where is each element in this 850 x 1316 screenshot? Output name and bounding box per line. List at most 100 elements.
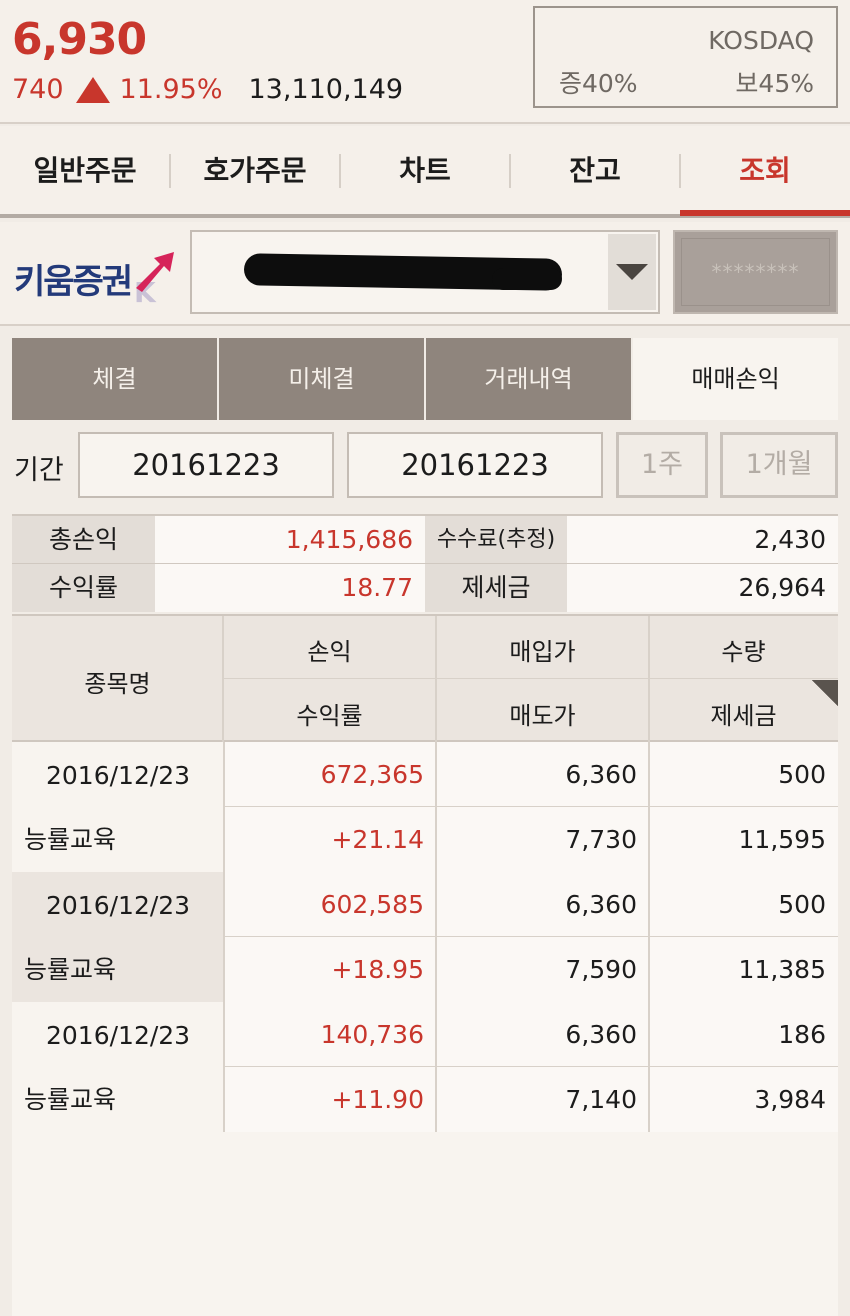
total-pnl-value: 1,415,686 bbox=[155, 516, 425, 564]
header-pnl: 손익 bbox=[307, 638, 352, 666]
fee-value: 2,430 bbox=[567, 516, 838, 564]
row-values: 672,365 +21.14 6,360 7,730 500 11,595 bbox=[223, 742, 838, 872]
total-pnl-label: 총손익 bbox=[12, 516, 155, 564]
tax-label: 제세금 bbox=[425, 564, 567, 612]
fee-label: 수수료(추정) bbox=[425, 516, 567, 564]
up-arrow-icon bbox=[75, 76, 110, 103]
sort-corner-icon[interactable] bbox=[812, 680, 838, 706]
pnl-value: 140,736 bbox=[320, 1020, 424, 1049]
pnl-value: 602,585 bbox=[320, 890, 424, 919]
quantity-value: 500 bbox=[778, 760, 826, 789]
inquiry-subtabs: 체결 미체결 거래내역 매매손익 bbox=[12, 338, 838, 420]
divider bbox=[223, 872, 225, 1002]
account-dropdown-button[interactable] bbox=[608, 234, 656, 310]
table-header: 종목명 손익 수익률 매입가 매도가 수량 제세금 bbox=[12, 614, 838, 742]
divider bbox=[223, 678, 838, 679]
return-value: +18.95 bbox=[331, 955, 424, 984]
tax-value: 11,385 bbox=[738, 955, 826, 984]
table-row[interactable]: 2016/12/23 능률교육 140,736 +11.90 6,360 7,1… bbox=[12, 1002, 838, 1132]
row-values: 140,736 +11.90 6,360 7,140 186 3,984 bbox=[223, 1002, 838, 1132]
divider bbox=[648, 1002, 650, 1132]
buy-price-value: 6,360 bbox=[565, 890, 637, 919]
pnl-value: 672,365 bbox=[320, 760, 424, 789]
divider bbox=[435, 872, 437, 1002]
redacted-account-number bbox=[492, 268, 562, 290]
header-sell-price: 매도가 bbox=[509, 702, 576, 730]
header-quantity: 수량 bbox=[721, 638, 766, 666]
quantity-value: 186 bbox=[778, 1020, 826, 1049]
account-select[interactable] bbox=[190, 230, 660, 314]
period-label: 기간 bbox=[14, 455, 64, 486]
trade-date: 2016/12/23 bbox=[46, 1021, 191, 1050]
stock-name: 능률교육 bbox=[24, 825, 117, 854]
start-date-field[interactable]: 20161223 bbox=[78, 432, 334, 498]
table-row[interactable]: 2016/12/23 능률교육 602,585 +18.95 6,360 7,5… bbox=[12, 872, 838, 1002]
subtab-trading-pnl[interactable]: 매매손익 bbox=[633, 338, 838, 420]
one-month-button[interactable]: 1개월 bbox=[720, 432, 838, 498]
stock-cell: 2016/12/23 능률교육 bbox=[12, 872, 223, 1002]
brand-arrow-icon: K bbox=[134, 252, 174, 304]
sell-price-value: 7,590 bbox=[565, 955, 637, 984]
market-name: KOSDAQ bbox=[708, 26, 814, 55]
end-date-field[interactable]: 20161223 bbox=[347, 432, 603, 498]
header-return: 수익률 bbox=[296, 702, 363, 730]
password-field[interactable] bbox=[681, 238, 830, 306]
stock-cell: 2016/12/23 능률교육 bbox=[12, 1002, 223, 1132]
tab-chart[interactable]: 차트 bbox=[340, 126, 510, 218]
main-tabs: 일반주문 호가주문 차트 잔고 조회 bbox=[0, 126, 850, 218]
divider bbox=[648, 872, 650, 1002]
quantity-value: 500 bbox=[778, 890, 826, 919]
return-value: +21.14 bbox=[331, 825, 424, 854]
buy-price-value: 6,360 bbox=[565, 760, 637, 789]
divider bbox=[648, 742, 650, 872]
stock-cell: 2016/12/23 능률교육 bbox=[12, 742, 223, 872]
trade-volume: 13,110,149 bbox=[248, 74, 404, 105]
table-row[interactable]: 2016/12/23 능률교육 672,365 +21.14 6,360 7,7… bbox=[12, 742, 838, 872]
divider bbox=[435, 1002, 437, 1132]
subtab-unexecuted[interactable]: 미체결 bbox=[219, 338, 424, 420]
divider bbox=[223, 742, 225, 872]
trade-pnl-table: 종목명 손익 수익률 매입가 매도가 수량 제세금 2016/12/23 능률교… bbox=[12, 614, 838, 1132]
account-row: 키움증권 K bbox=[0, 222, 850, 326]
period-row: 기간 20161223 20161223 1주 1개월 bbox=[0, 430, 850, 502]
empty-list-area bbox=[12, 1132, 838, 1316]
header-buy-price: 매입가 bbox=[509, 638, 576, 666]
tax-value: 26,964 bbox=[567, 564, 838, 612]
price-change-percent: 11.95% bbox=[119, 74, 223, 105]
tab-quote-order[interactable]: 호가주문 bbox=[170, 126, 340, 218]
subtab-transactions[interactable]: 거래내역 bbox=[426, 338, 631, 420]
stock-name: 능률교육 bbox=[24, 955, 117, 984]
one-week-button[interactable]: 1주 bbox=[616, 432, 708, 498]
return-value: +11.90 bbox=[331, 1085, 424, 1114]
divider bbox=[222, 616, 224, 742]
tax-value: 11,595 bbox=[738, 825, 826, 854]
deposit-rate: 보45% bbox=[735, 69, 814, 98]
quote-header: 6,930 740 11.95% 13,110,149 KOSDAQ 증40% … bbox=[0, 0, 850, 124]
chevron-down-icon bbox=[616, 264, 648, 280]
trade-date: 2016/12/23 bbox=[46, 761, 191, 790]
brand-name: 키움증권 bbox=[14, 262, 133, 302]
tab-general-order[interactable]: 일반주문 bbox=[0, 126, 170, 218]
trade-date: 2016/12/23 bbox=[46, 891, 191, 920]
header-tax: 제세금 bbox=[710, 702, 777, 730]
margin-rate: 증40% bbox=[559, 69, 638, 98]
password-box[interactable] bbox=[673, 230, 838, 314]
tab-balance[interactable]: 잔고 bbox=[510, 126, 680, 218]
kiwoom-logo: 키움증권 K bbox=[14, 248, 179, 308]
pnl-summary: 총손익 1,415,686 수수료(추정) 2,430 수익률 18.77 제세… bbox=[12, 514, 838, 612]
sell-price-value: 7,730 bbox=[565, 825, 637, 854]
sell-price-value: 7,140 bbox=[565, 1085, 637, 1114]
row-values: 602,585 +18.95 6,360 7,590 500 11,385 bbox=[223, 872, 838, 1002]
return-rate-label: 수익률 bbox=[12, 564, 155, 612]
subtab-executed[interactable]: 체결 bbox=[12, 338, 217, 420]
divider bbox=[435, 742, 437, 872]
divider bbox=[648, 616, 650, 742]
divider bbox=[223, 1002, 225, 1132]
buy-price-value: 6,360 bbox=[565, 1020, 637, 1049]
stock-name: 능률교육 bbox=[24, 1085, 117, 1114]
tab-inquiry[interactable]: 조회 bbox=[680, 126, 850, 218]
price-change: 740 bbox=[12, 74, 64, 105]
return-rate-value: 18.77 bbox=[155, 564, 425, 612]
header-stock-name: 종목명 bbox=[84, 670, 151, 698]
divider bbox=[435, 616, 437, 742]
